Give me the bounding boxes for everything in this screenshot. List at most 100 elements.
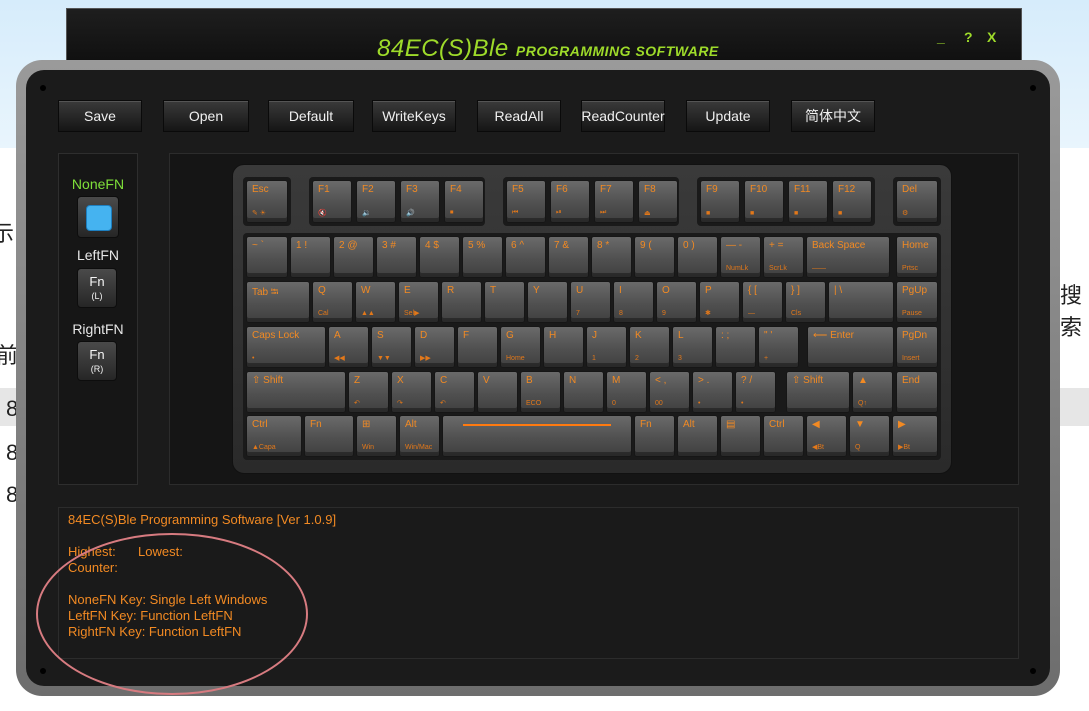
key-2-15[interactable]: Home Prtsc	[896, 236, 938, 278]
key-1-12[interactable]: F11 ■	[788, 180, 828, 223]
key-2-4[interactable]: 3 #	[376, 236, 417, 278]
key-1-10[interactable]: F9 ■	[700, 180, 740, 223]
key-4-13[interactable]: ⟵ Enter	[807, 326, 894, 368]
key-5-6[interactable]: B ECO	[520, 371, 561, 413]
key-4-3[interactable]: S ▼▼	[371, 326, 412, 368]
key-3-2[interactable]: Q Cal	[312, 281, 353, 323]
key-1-4[interactable]: F3 🔊	[400, 180, 440, 223]
rightfn-key-button[interactable]: Fn (R)	[77, 341, 117, 381]
key-1-1[interactable]: Esc ✎ ☀	[246, 180, 288, 223]
key-6-7[interactable]: Alt	[677, 415, 718, 457]
key-1-3[interactable]: F2 🔉	[356, 180, 396, 223]
key-6-1[interactable]: Ctrl ▲Capa	[246, 415, 302, 457]
key-3-13[interactable]: } ] Cls	[785, 281, 826, 323]
key-1-13[interactable]: F12 ■	[832, 180, 872, 223]
key-3-6[interactable]: T	[484, 281, 525, 323]
key-5-13[interactable]: ▲ Q↑	[852, 371, 893, 413]
key-3-12[interactable]: { [—	[742, 281, 783, 323]
key-4-7[interactable]: H	[543, 326, 584, 368]
leftfn-key-button[interactable]: Fn (L)	[77, 268, 117, 308]
key-2-7[interactable]: 6 ^	[505, 236, 546, 278]
key-4-12[interactable]: " ' +	[758, 326, 799, 368]
open-button[interactable]: Open	[163, 100, 249, 132]
key-6-11[interactable]: ▼ Q	[849, 415, 890, 457]
language-button[interactable]: 简体中文	[791, 100, 875, 132]
key-4-1[interactable]: Caps Lock •	[246, 326, 326, 368]
readall-button[interactable]: ReadAll	[477, 100, 561, 132]
key-1-11[interactable]: F10 ■	[744, 180, 784, 223]
key-2-2[interactable]: 1 !	[290, 236, 331, 278]
key-6-2[interactable]: Fn	[304, 415, 354, 457]
readcounter-button[interactable]: ReadCounter	[581, 100, 665, 132]
key-3-3[interactable]: W ▲▲	[355, 281, 396, 323]
key-space[interactable]	[442, 415, 632, 457]
key-4-6[interactable]: G Home	[500, 326, 541, 368]
key-3-9[interactable]: I8	[613, 281, 654, 323]
key-3-11[interactable]: P ✱	[699, 281, 740, 323]
close-button[interactable]: X	[987, 29, 996, 45]
nonefn-key-button[interactable]	[77, 196, 119, 238]
key-3-1[interactable]: Tab ⭾	[246, 281, 310, 323]
key-5-4[interactable]: C ↶	[434, 371, 475, 413]
key-4-2[interactable]: A ◀◀	[328, 326, 369, 368]
key-1-14[interactable]: Del ⚙	[896, 180, 938, 223]
key-sublabel: 🔊	[406, 210, 415, 217]
key-4-9[interactable]: K2	[629, 326, 670, 368]
key-4-14[interactable]: PgDn Insert	[896, 326, 938, 368]
key-1-2[interactable]: F1 🔇	[312, 180, 352, 223]
key-2-14[interactable]: Back Space ——	[806, 236, 890, 278]
key-3-10[interactable]: O9	[656, 281, 697, 323]
key-4-11[interactable]: : ;	[715, 326, 756, 368]
key-6-4[interactable]: Alt Win/Mac	[399, 415, 440, 457]
key-2-12[interactable]: — - NumLk	[720, 236, 761, 278]
key-2-1[interactable]: ~ `	[246, 236, 288, 278]
update-button[interactable]: Update	[686, 100, 770, 132]
key-5-11[interactable]: ? / •	[735, 371, 776, 413]
key-5-5[interactable]: V	[477, 371, 518, 413]
key-3-4[interactable]: E Sel▶	[398, 281, 439, 323]
key-6-6[interactable]: Fn	[634, 415, 675, 457]
key-5-3[interactable]: X ↷	[391, 371, 432, 413]
key-2-9[interactable]: 8 *	[591, 236, 632, 278]
help-button[interactable]: ?	[964, 29, 973, 45]
key-2-10[interactable]: 9 (	[634, 236, 675, 278]
key-2-8[interactable]: 7 &	[548, 236, 589, 278]
writekeys-button[interactable]: WriteKeys	[372, 100, 456, 132]
key-3-14[interactable]: | \	[828, 281, 894, 323]
key-5-8[interactable]: M0	[606, 371, 647, 413]
key-5-10[interactable]: > . •	[692, 371, 733, 413]
key-4-4[interactable]: D ▶▶	[414, 326, 455, 368]
key-4-10[interactable]: L3	[672, 326, 713, 368]
key-2-13[interactable]: + = ScrLk	[763, 236, 804, 278]
key-4-5[interactable]: F	[457, 326, 498, 368]
key-1-6[interactable]: F5 ⏮	[506, 180, 546, 223]
key-3-8[interactable]: U7	[570, 281, 611, 323]
key-6-9[interactable]: Ctrl	[763, 415, 804, 457]
key-3-15[interactable]: PgUp Pause	[896, 281, 938, 323]
key-6-12[interactable]: ▶ ▶Bt	[892, 415, 938, 457]
background-search-text[interactable]: 搜索	[1060, 278, 1089, 342]
key-2-11[interactable]: 0 )	[677, 236, 718, 278]
key-4-8[interactable]: J1	[586, 326, 627, 368]
key-5-9[interactable]: < , 00	[649, 371, 690, 413]
key-5-2[interactable]: Z ↶	[348, 371, 389, 413]
key-5-14[interactable]: End	[896, 371, 938, 413]
key-5-12[interactable]: ⇧ Shift	[786, 371, 850, 413]
key-6-10[interactable]: ◀ ◀Bt	[806, 415, 847, 457]
key-1-8[interactable]: F7 ⏭	[594, 180, 634, 223]
key-3-7[interactable]: Y	[527, 281, 568, 323]
key-2-3[interactable]: 2 @	[333, 236, 374, 278]
key-5-1[interactable]: ⇧ Shift	[246, 371, 346, 413]
save-button[interactable]: Save	[58, 100, 142, 132]
default-button[interactable]: Default	[268, 100, 354, 132]
key-6-8[interactable]: ▤	[720, 415, 761, 457]
key-5-7[interactable]: N	[563, 371, 604, 413]
key-1-9[interactable]: F8 ⏏	[638, 180, 678, 223]
key-6-3[interactable]: ⊞ Win	[356, 415, 397, 457]
key-2-6[interactable]: 5 %	[462, 236, 503, 278]
minimize-button[interactable]: _	[937, 29, 945, 45]
key-1-5[interactable]: F4 ⏹	[444, 180, 484, 223]
key-2-5[interactable]: 4 $	[419, 236, 460, 278]
key-1-7[interactable]: F6 ⏯	[550, 180, 590, 223]
key-3-5[interactable]: R	[441, 281, 482, 323]
